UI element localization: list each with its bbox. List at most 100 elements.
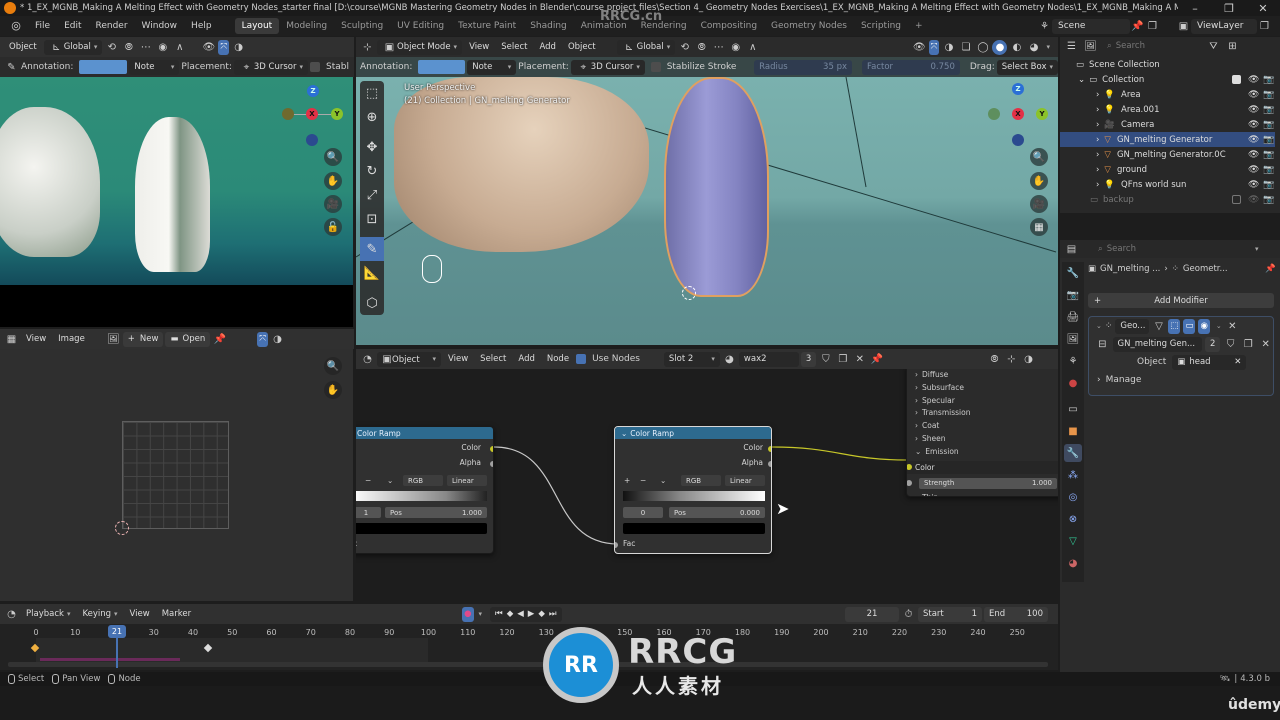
alpha-output-socket[interactable] [490, 461, 493, 467]
tab-compositing[interactable]: Compositing [694, 18, 764, 34]
world-tab-icon[interactable]: ● [1064, 374, 1082, 392]
emission-strength-field[interactable]: Strength 1.000 [919, 477, 1057, 489]
menu-view[interactable]: View [443, 352, 473, 367]
eye-icon[interactable]: 👁 [1248, 75, 1259, 85]
overlay-icon[interactable]: ◑ [1021, 352, 1036, 367]
filter-type-icon[interactable]: 🖼 [1083, 39, 1098, 54]
gizmo-neg-z-axis[interactable] [306, 134, 318, 146]
color-ramp-gradient[interactable] [623, 491, 765, 501]
render-camera-icon[interactable]: 📷 [1263, 195, 1274, 205]
eye-icon[interactable]: 👁 [1248, 150, 1259, 160]
gizmo-neg-y-axis[interactable] [282, 108, 294, 120]
tab-sculpting[interactable]: Sculpting [334, 18, 390, 34]
color-ramp-gradient[interactable] [356, 491, 487, 501]
bsdf-section-transmission[interactable]: › Transmission [915, 408, 970, 417]
play-reverse-icon[interactable]: ◀ [517, 609, 524, 619]
gizmo-x-axis[interactable]: X [1012, 108, 1024, 120]
gizmo-y-axis[interactable]: Y [1036, 108, 1048, 120]
view-layer-selector[interactable]: ViewLayer [1191, 18, 1257, 34]
object-tab-icon[interactable]: ■ [1064, 422, 1082, 440]
menu-playback[interactable]: Playback ▾ [21, 607, 75, 622]
tab-uv-editing[interactable]: UV Editing [390, 18, 451, 34]
bsdf-section-thin-film[interactable]: ›Thin Film [915, 493, 938, 496]
snap-icon[interactable]: ⦾ [694, 40, 709, 55]
expand-icon[interactable]: › [1096, 180, 1099, 190]
bsdf-section-sheen[interactable]: › Sheen [915, 434, 946, 443]
pan-view-icon[interactable]: ✋ [324, 172, 342, 190]
pivot-icon[interactable]: ⟲ [677, 40, 692, 55]
display-mode-icon[interactable]: ☰ [1064, 39, 1079, 54]
zoom-view-icon[interactable]: 🔍 [324, 357, 342, 375]
mode-selector[interactable]: Object [4, 40, 42, 55]
node-editor-canvas[interactable]: Color Ramp Color Alpha − ⌄ RGB Linear 1 … [356, 369, 1058, 601]
node-header[interactable]: ⌄ Color Ramp [615, 427, 771, 439]
editor-type-icon[interactable]: ▦ [4, 332, 19, 347]
outliner-item[interactable]: › ▽ ground 👁 📷 [1060, 162, 1275, 177]
menu-view[interactable]: View [464, 40, 494, 55]
add-stop-button[interactable]: + [624, 476, 630, 485]
material-shading-icon[interactable]: ◐ [1009, 40, 1024, 55]
collection-row[interactable]: ⌄ ▭ Collection 👁 📷 [1060, 72, 1275, 87]
ramp-menu-button[interactable]: ⌄ [387, 476, 393, 485]
3d-viewport[interactable]: User Perspective (21) Collection | GN_me… [356, 77, 1058, 345]
playhead-line[interactable] [116, 638, 118, 668]
jump-end-icon[interactable]: ⏭ [549, 609, 557, 619]
duplicate-icon[interactable]: ❐ [1241, 337, 1256, 352]
expand-icon[interactable]: › [1096, 105, 1099, 115]
new-collection-icon[interactable]: ⊞ [1225, 39, 1240, 54]
editor-type-icon[interactable]: ◔ [4, 607, 19, 622]
snap-icon[interactable]: ⦾ [121, 40, 136, 55]
tab-texture-paint[interactable]: Texture Paint [451, 18, 523, 34]
exclude-checkbox[interactable] [1232, 195, 1241, 204]
blender-menu-icon[interactable]: ◎ [8, 19, 24, 33]
playhead-frame-indicator[interactable]: 21 [108, 625, 126, 638]
gizmo-z-axis[interactable]: Z [307, 85, 319, 97]
bsdf-section-emission[interactable]: ⌄ Emission [915, 447, 959, 456]
collection-tab-icon[interactable]: ▭ [1064, 400, 1082, 418]
3d-cursor-icon[interactable] [682, 286, 696, 300]
render-camera-icon[interactable]: 📷 [1263, 150, 1274, 160]
expand-icon[interactable]: › [1096, 165, 1099, 175]
color-output-socket[interactable] [490, 446, 493, 452]
material-browse-icon[interactable]: ◕ [722, 352, 737, 367]
editor-type-icon[interactable]: ◔ [360, 352, 375, 367]
stop-index-field[interactable]: 1 [356, 507, 381, 518]
auto-keying-dropdown[interactable]: ▾ [479, 610, 483, 618]
color-output-socket[interactable] [768, 446, 771, 452]
xray-icon[interactable]: ❏ [958, 40, 973, 55]
menu-select[interactable]: Select [496, 40, 532, 55]
jump-start-icon[interactable]: ⏮ [495, 609, 503, 619]
viewport-toggle[interactable]: ▭ [1183, 318, 1196, 334]
orientation-selector[interactable]: ⊾ Global ▾ [616, 39, 676, 55]
expand-icon[interactable]: › [1096, 135, 1099, 145]
color-ramp-node-right[interactable]: ⌄ Color Ramp Color Alpha + − ⌄ RGB Linear… [614, 426, 772, 554]
menu-marker[interactable]: Marker [157, 607, 196, 622]
interpolation-dropdown[interactable]: Linear [725, 475, 765, 486]
bsdf-section-specular[interactable]: › Specular [915, 396, 955, 405]
collapse-icon[interactable]: ⌄ [1096, 322, 1102, 330]
material-name-field[interactable]: wax2 [738, 351, 799, 367]
modifier-menu-dropdown[interactable]: ⌄ [1216, 322, 1222, 330]
zoom-view-icon[interactable]: 🔍 [324, 148, 342, 166]
tab-layout[interactable]: Layout [234, 18, 280, 34]
outliner-item[interactable]: › 💡 QFns world sun 👁 📷 [1060, 177, 1275, 192]
unlink-icon[interactable]: ✕ [1258, 337, 1273, 352]
end-frame-field[interactable]: End 100 [984, 606, 1048, 622]
duplicate-material-icon[interactable]: ❐ [835, 352, 850, 367]
gizmo-neg-z-axis[interactable] [1012, 134, 1024, 146]
eye-icon[interactable]: 👁 [1248, 105, 1259, 115]
menu-add[interactable]: Add [534, 40, 560, 55]
new-scene-icon[interactable]: ❐ [1145, 19, 1160, 34]
eye-icon[interactable]: 👁 [1248, 165, 1259, 175]
placement-dropdown[interactable]: ⌖ 3D Cursor ▾ [570, 59, 645, 75]
annotate-tool[interactable]: ✎ [360, 237, 384, 261]
menu-keying[interactable]: Keying ▾ [77, 607, 122, 622]
shader-type-dropdown[interactable]: ▣Object ▾ [377, 351, 441, 367]
render-camera-icon[interactable]: 📷 [1263, 90, 1274, 100]
stabilize-checkbox[interactable] [650, 62, 661, 72]
render-camera-icon[interactable]: 📷 [1263, 120, 1274, 130]
object-input-field[interactable]: ▣ head ✕ [1172, 354, 1247, 370]
node-header[interactable]: Color Ramp [356, 427, 493, 439]
timeline-scrollbar[interactable] [8, 662, 1048, 667]
open-image-button[interactable]: ▬ Open [165, 331, 211, 347]
